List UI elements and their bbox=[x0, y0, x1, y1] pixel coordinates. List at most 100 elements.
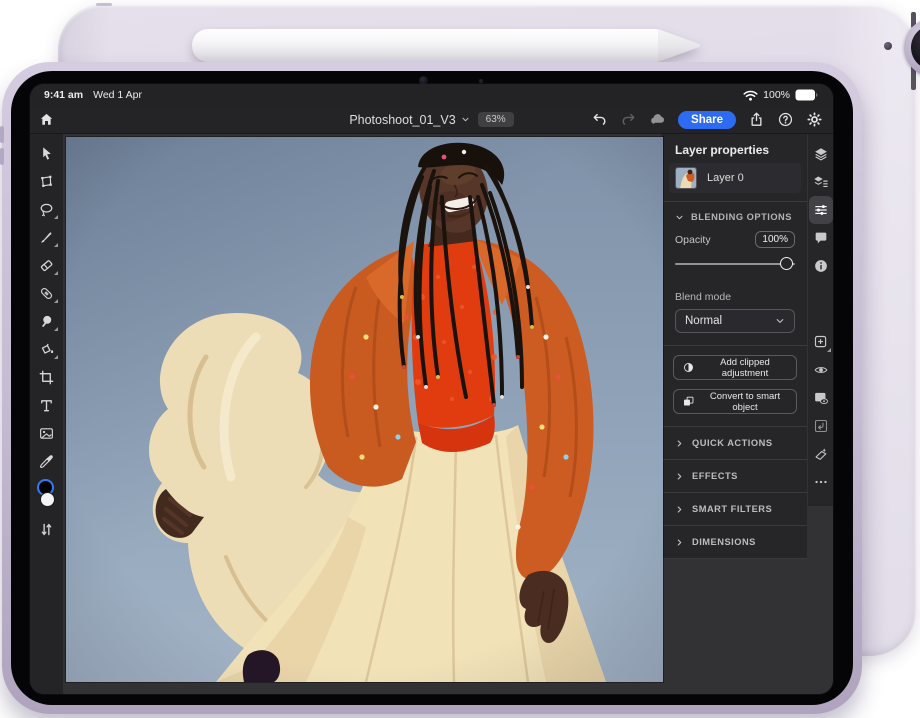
canvas-area[interactable] bbox=[63, 134, 662, 694]
export-button[interactable] bbox=[748, 111, 765, 128]
comments-icon bbox=[813, 230, 829, 246]
move-tool[interactable] bbox=[34, 139, 60, 167]
status-date: Wed 1 Apr bbox=[93, 89, 142, 101]
submenu-indicator bbox=[54, 243, 58, 247]
lasso-tool-icon bbox=[38, 201, 55, 218]
fill-tool[interactable] bbox=[34, 335, 60, 363]
chevron-right-icon bbox=[675, 472, 684, 481]
front-sensor bbox=[479, 79, 483, 83]
layer-properties-panel: Layer properties Layer 0 BLENDING OPTION… bbox=[662, 134, 807, 559]
more-icon bbox=[813, 474, 829, 490]
crop-tool-icon bbox=[38, 369, 55, 386]
submenu-indicator bbox=[54, 299, 58, 303]
healing-brush-tool[interactable] bbox=[34, 279, 60, 307]
eyedropper-tool[interactable] bbox=[34, 447, 60, 475]
ipad-bezel: 9:41 am Wed 1 Apr 100% bbox=[11, 71, 853, 705]
swap-colors-icon bbox=[38, 521, 55, 538]
color-well[interactable] bbox=[34, 479, 60, 513]
task-strip bbox=[807, 134, 833, 506]
undo-button[interactable] bbox=[591, 111, 608, 128]
blend-mode-dropdown[interactable]: Normal bbox=[675, 309, 795, 333]
submenu-indicator bbox=[54, 215, 58, 219]
chevron-down-icon bbox=[461, 115, 470, 124]
info-button[interactable] bbox=[809, 252, 833, 280]
redo-button[interactable] bbox=[620, 111, 637, 128]
opacity-slider[interactable] bbox=[675, 253, 795, 275]
section-dimensions[interactable]: DIMENSIONS bbox=[663, 526, 807, 559]
rear-mic bbox=[884, 42, 892, 50]
status-bar: 9:41 am Wed 1 Apr 100% bbox=[30, 84, 833, 106]
add-clipped-adjustment-button[interactable]: Add clipped adjustment bbox=[673, 355, 797, 380]
chevron-right-icon bbox=[675, 439, 684, 448]
chevron-down-icon bbox=[675, 213, 684, 222]
battery-icon bbox=[795, 89, 818, 101]
type-tool[interactable] bbox=[34, 391, 60, 419]
clipped-layer-button[interactable] bbox=[809, 412, 833, 440]
opacity-slider-track bbox=[675, 263, 795, 265]
blending-options-header[interactable]: BLENDING OPTIONS bbox=[663, 202, 807, 230]
transform-tool[interactable] bbox=[34, 167, 60, 195]
clipped-adjustment-icon bbox=[682, 361, 695, 374]
clear-icon bbox=[813, 446, 829, 462]
brush-tool-icon bbox=[38, 229, 55, 246]
lasso-tool[interactable] bbox=[34, 195, 60, 223]
healing-brush-tool-icon bbox=[38, 285, 55, 302]
layers-button[interactable] bbox=[809, 140, 833, 168]
move-tool-icon bbox=[38, 145, 55, 162]
section-quick-actions[interactable]: QUICK ACTIONS bbox=[663, 427, 807, 460]
ipad-back-top-button bbox=[96, 3, 112, 6]
swap-colors-button[interactable] bbox=[34, 515, 60, 543]
smart-object-icon bbox=[682, 395, 695, 408]
help-button[interactable] bbox=[777, 111, 794, 128]
layers-icon bbox=[813, 146, 829, 162]
opacity-slider-knob[interactable] bbox=[780, 257, 793, 270]
layer-row[interactable]: Layer 0 bbox=[669, 163, 801, 193]
share-button[interactable]: Share bbox=[678, 111, 736, 129]
home-button[interactable] bbox=[30, 111, 63, 128]
cloud-sync-button[interactable] bbox=[649, 111, 666, 128]
document-title: Photoshoot_01_V3 bbox=[349, 113, 455, 127]
battery-percent: 100% bbox=[763, 89, 790, 101]
panel-sections: QUICK ACTIONS EFFECTS SMART FILTERS bbox=[663, 426, 807, 559]
submenu-indicator bbox=[54, 271, 58, 275]
settings-button[interactable] bbox=[806, 111, 823, 128]
transform-tool-icon bbox=[38, 173, 55, 190]
mask-preview-button[interactable] bbox=[809, 384, 833, 412]
opacity-value[interactable]: 100% bbox=[755, 231, 795, 248]
eraser-tool[interactable] bbox=[34, 251, 60, 279]
zoom-level-badge[interactable]: 63% bbox=[478, 112, 514, 127]
layer-properties-icon bbox=[813, 174, 829, 190]
apple-pencil-body bbox=[192, 29, 660, 62]
chevron-right-icon bbox=[675, 538, 684, 547]
adjustments-button[interactable] bbox=[809, 196, 833, 224]
rear-camera-lens bbox=[911, 25, 920, 70]
submenu-indicator bbox=[54, 355, 58, 359]
layer-properties-button[interactable] bbox=[809, 168, 833, 196]
divider bbox=[663, 345, 807, 346]
chevron-right-icon bbox=[675, 505, 684, 514]
crop-tool[interactable] bbox=[34, 363, 60, 391]
place-photo-tool[interactable] bbox=[34, 419, 60, 447]
layer-visibility-button[interactable] bbox=[809, 356, 833, 384]
eyedropper-tool-icon bbox=[38, 453, 55, 470]
mask-preview-icon bbox=[813, 390, 829, 406]
background-color-swatch[interactable] bbox=[40, 492, 55, 507]
hero-scene: 9:41 am Wed 1 Apr 100% bbox=[0, 0, 920, 718]
document-title-button[interactable]: Photoshoot_01_V3 bbox=[349, 113, 469, 127]
clone-stamp-tool[interactable] bbox=[34, 307, 60, 335]
ipad-front-volume-button bbox=[0, 126, 4, 143]
status-time: 9:41 am bbox=[44, 89, 83, 101]
chevron-down-icon bbox=[775, 316, 785, 326]
clear-button[interactable] bbox=[809, 440, 833, 468]
comments-button[interactable] bbox=[809, 224, 833, 252]
top-toolbar: Photoshoot_01_V3 63% Share bbox=[30, 106, 833, 134]
section-smart-filters[interactable]: SMART FILTERS bbox=[663, 493, 807, 526]
convert-smart-object-button[interactable]: Convert to smart object bbox=[673, 389, 797, 414]
info-icon bbox=[813, 258, 829, 274]
brush-tool[interactable] bbox=[34, 223, 60, 251]
ipad-front: 9:41 am Wed 1 Apr 100% bbox=[2, 62, 862, 714]
section-effects[interactable]: EFFECTS bbox=[663, 460, 807, 493]
more-button[interactable] bbox=[809, 468, 833, 496]
add-layer-button[interactable] bbox=[809, 328, 833, 356]
canvas-photo[interactable] bbox=[66, 137, 663, 682]
